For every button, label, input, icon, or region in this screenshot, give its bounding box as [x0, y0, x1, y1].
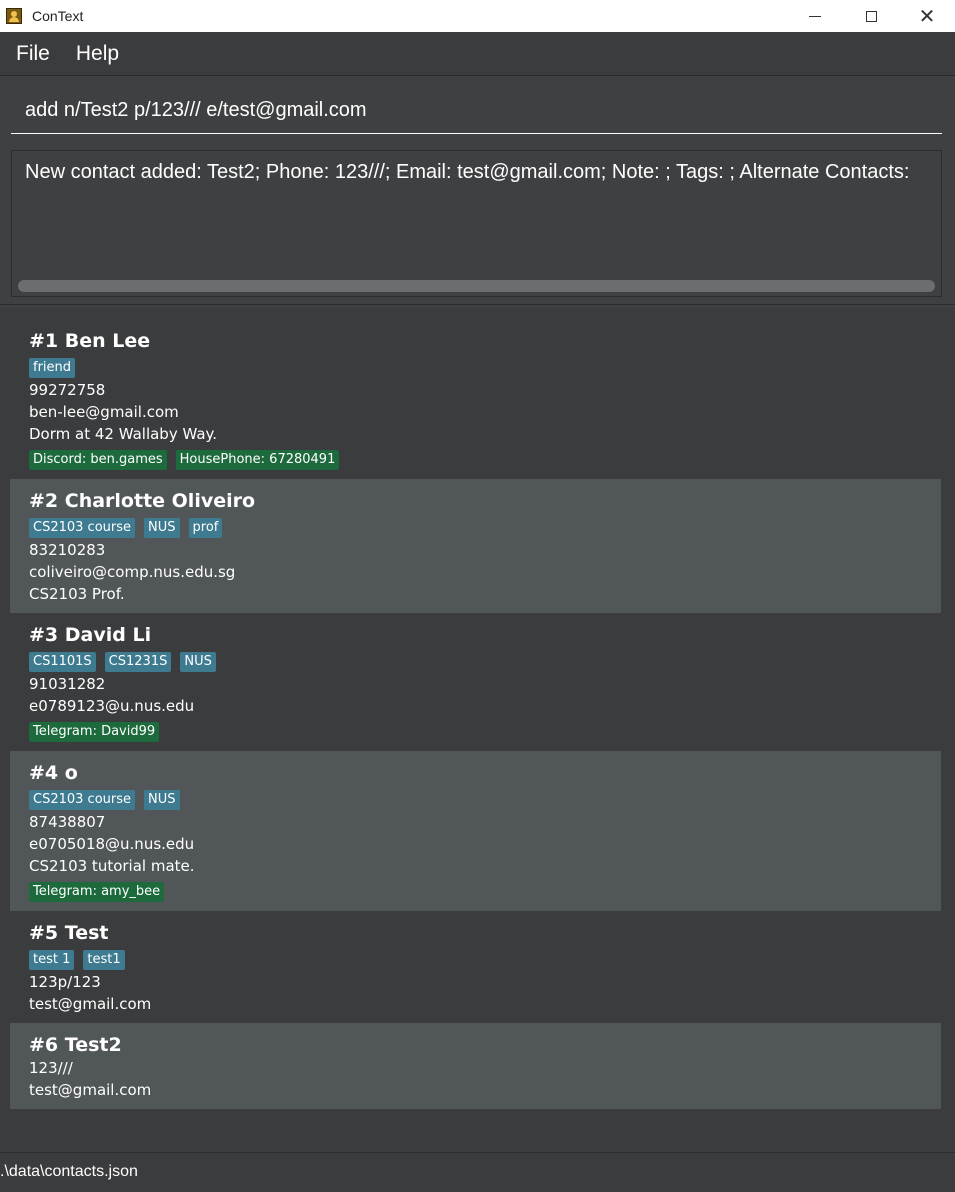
- contact-email: ben-lee@gmail.com: [29, 403, 179, 421]
- contact-card[interactable]: #3 David Li CS1101S CS1231S NUS 91031282 e078…: [10, 613, 941, 751]
- contact-name: #2 Charlotte Oliveiro: [29, 490, 256, 512]
- tag-label: test1: [83, 950, 125, 970]
- tag-label: NUS: [144, 518, 180, 538]
- tag-label: friend: [29, 358, 76, 378]
- maximize-icon: [865, 10, 877, 22]
- command-input[interactable]: [11, 88, 942, 134]
- maximize-button[interactable]: [843, 0, 899, 32]
- alternate-contact-label: Discord: ben.games: [29, 450, 167, 470]
- contact-name: #5 Test: [29, 922, 109, 944]
- tag-label: CS2103 course: [29, 790, 136, 810]
- alternate-contact-list: Discord: ben.games HousePhone: 67280491: [29, 449, 922, 471]
- contact-email: e0705018@u.nus.edu: [29, 835, 195, 853]
- alternate-contact-label: Telegram: David99: [29, 722, 160, 742]
- save-location: .\data\contacts.json: [0, 1163, 138, 1180]
- tag-label: CS1101S: [29, 652, 96, 672]
- pane-divider[interactable]: [0, 304, 955, 305]
- menu-bar: File Help: [0, 32, 955, 76]
- result-horizontal-scrollbar[interactable]: [18, 280, 935, 292]
- tag-label: CS2103 course: [29, 518, 136, 538]
- command-box: [0, 77, 955, 145]
- minimize-button[interactable]: [787, 0, 843, 32]
- contact-name: #6 Test2: [29, 1034, 122, 1056]
- tag-label: prof: [188, 518, 223, 538]
- result-scrollbar-thumb[interactable]: [18, 280, 935, 292]
- tag-list: CS1101S CS1231S NUS: [29, 651, 922, 673]
- minimize-icon: [809, 15, 821, 17]
- alternate-contact-label: Telegram: amy_bee: [29, 882, 165, 902]
- contact-name: #4 o: [29, 762, 78, 784]
- alternate-contact-list: Telegram: David99: [29, 721, 922, 743]
- contact-note: CS2103 Prof.: [29, 585, 125, 603]
- window-title: ConText: [32, 8, 84, 24]
- tag-list: test 1 test1: [29, 949, 922, 971]
- alternate-contact-list: Telegram: amy_bee: [29, 881, 922, 903]
- contact-card[interactable]: #5 Test test 1 test1 123p/123 test@gmail.com: [10, 911, 941, 1023]
- contact-email: coliveiro@comp.nus.edu.sg: [29, 563, 236, 581]
- tag-label: NUS: [180, 652, 216, 672]
- tag-list: CS2103 course NUS prof: [29, 517, 922, 539]
- contact-card[interactable]: #2 Charlotte Oliveiro CS2103 course NUS pro…: [10, 479, 941, 613]
- contact-card[interactable]: #6 Test2 123/// test@gmail.com: [10, 1023, 941, 1109]
- contact-phone: 123p/123: [29, 973, 101, 991]
- contact-phone: 123///: [29, 1059, 73, 1077]
- contact-name: #3 David Li: [29, 624, 152, 646]
- close-button[interactable]: ✕: [899, 0, 955, 32]
- close-icon: ✕: [918, 4, 936, 28]
- window-title-bar: ConText ✕: [0, 0, 955, 32]
- tag-label: NUS: [144, 790, 180, 810]
- contact-email: test@gmail.com: [29, 995, 152, 1013]
- contact-phone: 87438807: [29, 813, 106, 831]
- contact-name: #1 Ben Lee: [29, 330, 151, 352]
- contact-email: test@gmail.com: [29, 1081, 152, 1099]
- contact-phone: 91031282: [29, 675, 106, 693]
- contact-note: Dorm at 42 Wallaby Way.: [29, 425, 218, 443]
- contact-email: e0789123@u.nus.edu: [29, 697, 195, 715]
- alternate-contact-label: HousePhone: 67280491: [175, 450, 340, 470]
- window-controls: ✕: [787, 0, 955, 32]
- menu-file[interactable]: File: [16, 42, 50, 66]
- result-display: New contact added: Test2; Phone: 123///;…: [11, 150, 942, 297]
- contact-card[interactable]: #1 Ben Lee friend 99272758 ben-lee@gmail.co…: [10, 319, 941, 479]
- tag-list: friend: [29, 357, 922, 379]
- tag-label: CS1231S: [104, 652, 172, 672]
- contact-card[interactable]: #4 o CS2103 course NUS 87438807 e0705018@u.n…: [10, 751, 941, 911]
- contact-list: #1 Ben Lee friend 99272758 ben-lee@gmail.co…: [10, 319, 941, 1109]
- app-contact-icon: [6, 8, 22, 24]
- tag-label: test 1: [29, 950, 75, 970]
- status-bar: .\data\contacts.json: [0, 1152, 955, 1192]
- contact-phone: 99272758: [29, 381, 106, 399]
- tag-list: CS2103 course NUS: [29, 789, 922, 811]
- menu-help[interactable]: Help: [76, 42, 119, 66]
- contact-phone: 83210283: [29, 541, 106, 559]
- contact-note: CS2103 tutorial mate.: [29, 857, 195, 875]
- result-message: New contact added: Test2; Phone: 123///;…: [25, 161, 910, 183]
- contact-list-panel: #1 Ben Lee friend 99272758 ben-lee@gmail.co…: [0, 308, 955, 1152]
